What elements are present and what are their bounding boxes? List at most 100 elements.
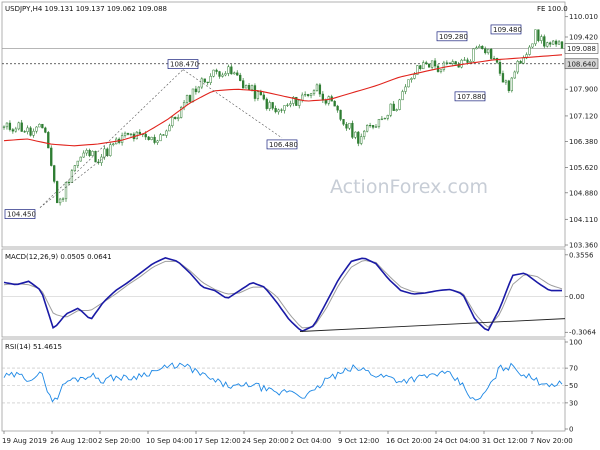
candle-body [241, 80, 245, 89]
candle-body [8, 122, 12, 130]
price-panel-frame [1, 1, 566, 248]
candle-body [540, 36, 543, 41]
forex-chart: ActionForex.com USDJPY,H4 109.131 109.13… [1, 1, 599, 445]
candle-body [315, 84, 319, 91]
candle-body [41, 123, 44, 129]
candle-body [162, 134, 165, 136]
candle-body [123, 132, 127, 136]
x-tick-label: 31 Oct 12:00 [482, 437, 528, 445]
candle-body [168, 125, 171, 132]
candle-body [274, 108, 277, 113]
candle-body [318, 84, 322, 95]
candle-body [159, 134, 162, 142]
macd-line [3, 257, 562, 333]
candle-body [306, 94, 310, 96]
candle-body [17, 122, 20, 130]
candle-body [360, 136, 363, 144]
candle-body [404, 86, 407, 92]
price-box-label: 108.640 [567, 60, 596, 68]
candle-body [303, 94, 307, 96]
candle-body [419, 65, 422, 70]
macd-title: MACD(12,26,9) 0.0505 0.0641 [5, 253, 112, 261]
candle-body [286, 104, 289, 106]
candle-body [410, 78, 413, 80]
candle-body [489, 48, 493, 59]
candle-body [510, 77, 513, 91]
candle-body [203, 78, 206, 83]
candle-body [262, 94, 265, 100]
candle-body [324, 100, 327, 104]
candle-body [224, 73, 227, 76]
price-tick-label: 106.380 [569, 138, 598, 146]
candle-body [153, 136, 156, 143]
candle-body [371, 125, 375, 128]
candle-body [265, 98, 268, 109]
price-tick-label: 109.420 [569, 33, 598, 41]
candle-body [546, 42, 549, 47]
candle-body [442, 62, 446, 70]
candle-body [454, 61, 457, 65]
candle-body [247, 85, 251, 90]
candle-body [147, 136, 150, 140]
candle-body [560, 41, 564, 49]
candle-body [543, 36, 546, 47]
price-tick-label: 104.110 [569, 216, 598, 224]
candle-body [433, 60, 437, 67]
candle-body [250, 85, 254, 90]
candle-body [445, 62, 449, 64]
x-tick-label: 16 Oct 20:00 [386, 437, 432, 445]
candle-body [171, 116, 174, 127]
rsi-panel-frame [1, 338, 566, 432]
candle-body [430, 60, 434, 68]
candle-body [85, 149, 88, 154]
x-tick-label: 10 Sep 04:00 [146, 437, 193, 445]
candle-body [422, 62, 425, 70]
candle-body [29, 127, 32, 136]
candle-body [549, 42, 552, 45]
candle-body [11, 129, 15, 132]
candle-body [354, 131, 357, 138]
candle-body [23, 131, 26, 133]
candle-body [20, 122, 23, 132]
candle-body [32, 130, 35, 136]
x-tick-label: 26 Aug 12:00 [50, 437, 97, 445]
candle-body [463, 59, 466, 61]
candle-body [280, 109, 283, 111]
annotation-label: 109.480 [493, 26, 522, 34]
annotation-label: 106.480 [269, 141, 298, 149]
candle-body [109, 144, 112, 156]
candle-body [212, 69, 215, 77]
x-tick-label: 7 Nov 20:00 [530, 437, 573, 445]
candle-body [504, 80, 508, 83]
candle-body [507, 80, 511, 91]
x-tick-label: 9 Oct 12:00 [338, 437, 379, 445]
candle-body [82, 152, 85, 158]
candle-body [271, 102, 274, 109]
candle-body [383, 118, 387, 120]
candle-body [301, 94, 304, 101]
candle-body [495, 58, 499, 63]
candle-body [259, 91, 263, 96]
candle-body [76, 160, 79, 166]
candle-body [348, 122, 351, 129]
candle-body [537, 29, 540, 41]
candle-body [389, 103, 392, 116]
candle-body [336, 105, 339, 111]
candle-body [35, 126, 38, 132]
x-tick-label: 24 Oct 04:00 [434, 437, 480, 445]
candle-body [2, 126, 6, 128]
candle-body [200, 78, 203, 88]
candle-body [67, 182, 71, 184]
candle-body [557, 41, 561, 45]
candle-body [492, 58, 496, 60]
annotation-label: 104.450 [7, 211, 36, 219]
candle-body [427, 63, 431, 68]
annotation-label: 108.470 [170, 61, 199, 69]
candle-body [333, 100, 336, 107]
candle-body [342, 119, 345, 125]
x-tick-label: 2 Oct 04:00 [290, 437, 331, 445]
price-box-label: 109.088 [567, 45, 596, 53]
candle-body [484, 48, 487, 54]
macd-trendline [299, 318, 566, 332]
candle-body [230, 66, 233, 75]
